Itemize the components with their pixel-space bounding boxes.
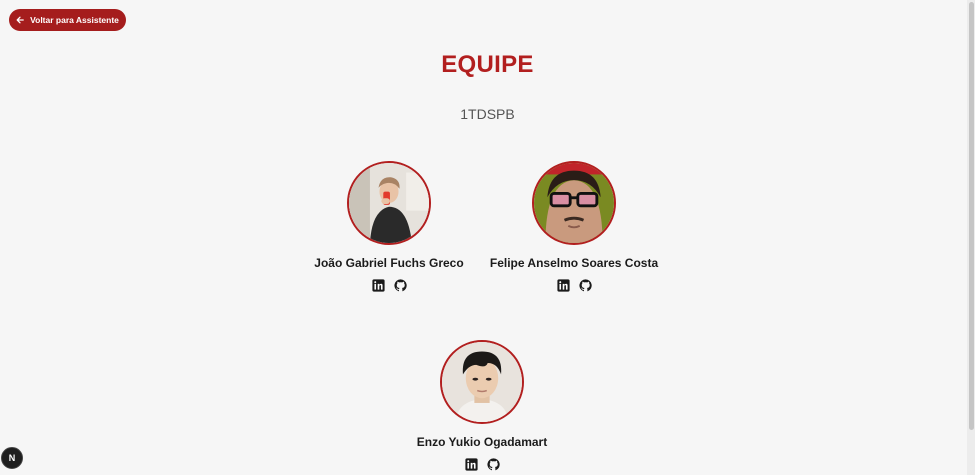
- avatar: [347, 161, 431, 245]
- back-to-assistant-button[interactable]: Voltar para Assistente: [9, 9, 126, 31]
- linkedin-icon[interactable]: [556, 279, 570, 292]
- member-name: Felipe Anselmo Soares Costa: [489, 256, 659, 270]
- page-title: EQUIPE: [441, 51, 534, 78]
- member-name: Enzo Yukio Ogadamart: [416, 435, 548, 449]
- linkedin-icon[interactable]: [371, 279, 385, 292]
- github-icon[interactable]: [393, 279, 407, 292]
- team-member-card: Felipe Anselmo Soares Costa: [474, 161, 674, 292]
- team-member-card: Enzo Yukio Ogadamart: [382, 340, 582, 471]
- vertical-scrollbar[interactable]: [967, 0, 975, 475]
- github-icon[interactable]: [578, 279, 592, 292]
- dev-badge-label: N: [8, 453, 16, 463]
- github-icon[interactable]: [486, 458, 500, 471]
- page-subtitle: 1TDSPB: [460, 106, 515, 122]
- scrollbar-thumb[interactable]: [969, 2, 974, 430]
- linkedin-icon[interactable]: [464, 458, 478, 471]
- nextjs-dev-indicator[interactable]: N: [1, 447, 23, 469]
- arrow-left-icon: [16, 16, 24, 24]
- team-member-card: João Gabriel Fuchs Greco: [289, 161, 489, 292]
- avatar: [440, 340, 524, 424]
- member-name: João Gabriel Fuchs Greco: [314, 256, 464, 270]
- avatar: [532, 161, 616, 245]
- back-button-label: Voltar para Assistente: [30, 15, 119, 25]
